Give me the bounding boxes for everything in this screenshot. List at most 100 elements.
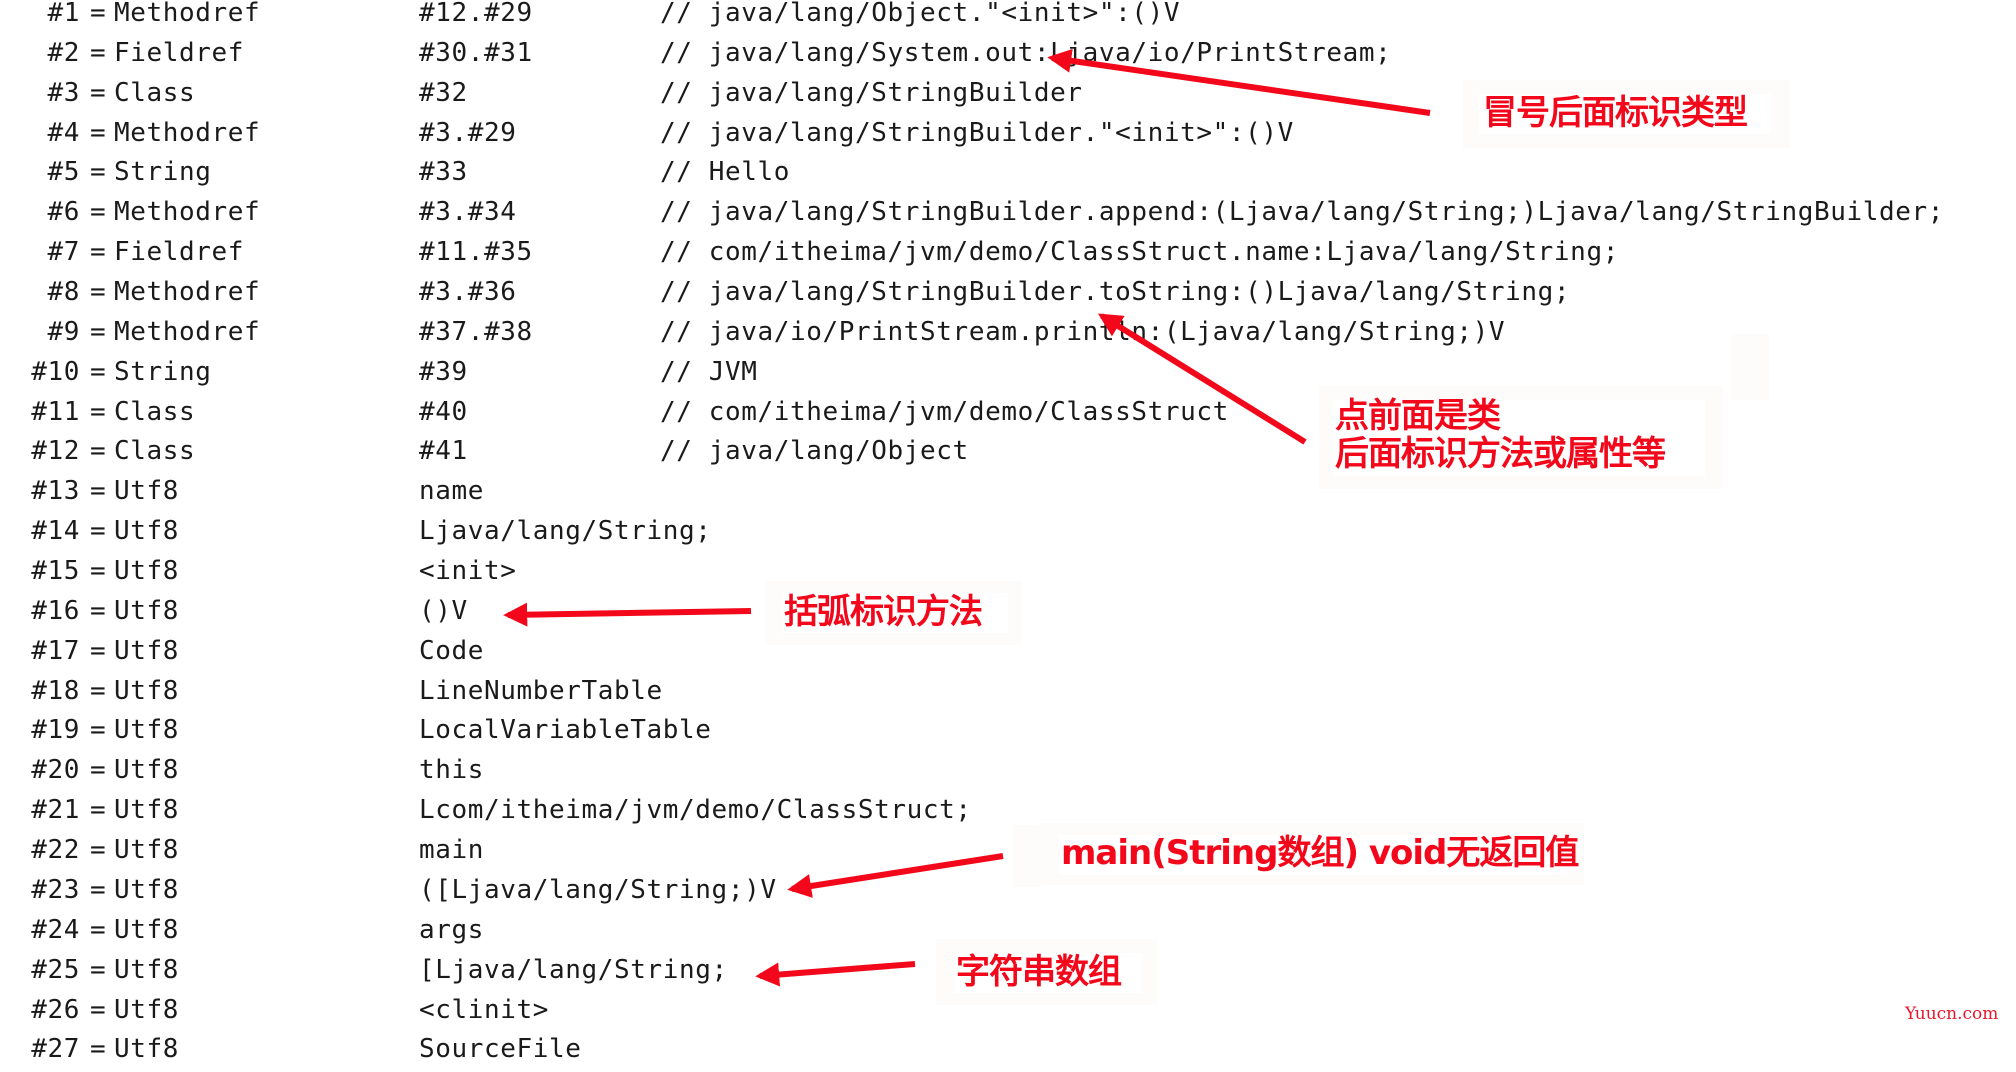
entry-equals: = — [90, 356, 107, 387]
entry-comment: // java/lang/StringBuilder — [660, 77, 1083, 108]
entry-index: #12 — [31, 436, 80, 467]
annotation-string-array-text: 字符串数组 — [956, 952, 1122, 992]
entry-type: Utf8 — [114, 635, 180, 666]
entry-type: Utf8 — [114, 874, 180, 905]
entry-type: Methodref — [114, 316, 261, 347]
annotation-colon-type: 冒号后面标识类型 — [1463, 80, 1790, 148]
entry-ref: #11.#35 — [419, 237, 533, 268]
entry-equals: = — [90, 556, 107, 587]
entry-ref: this — [419, 755, 485, 786]
entry-index: #4 — [47, 117, 80, 148]
entry-index: #25 — [31, 954, 80, 985]
entry-equals: = — [90, 316, 107, 347]
entry-comment: // java/lang/Object — [660, 436, 969, 467]
entry-ref: ()V — [419, 595, 468, 626]
entry-type: Class — [114, 77, 196, 108]
entry-ref: args — [419, 914, 485, 945]
annotation-dot-class: 点前面是类 后面标识方法或属性等 — [1319, 386, 1723, 489]
entry-equals: = — [90, 914, 107, 945]
annotation-dot-class-line2: 后面标识方法或属性等 — [1335, 434, 1666, 474]
entry-index: #9 — [47, 316, 80, 347]
entry-ref: Ljava/lang/String; — [419, 516, 712, 547]
entry-ref: #3.#34 — [419, 197, 517, 228]
entry-index: #3 — [47, 77, 80, 108]
entry-equals: = — [90, 755, 107, 786]
entry-equals: = — [90, 0, 107, 28]
entry-equals: = — [90, 516, 107, 547]
entry-type: Class — [114, 436, 196, 467]
entry-type: Utf8 — [114, 675, 180, 706]
entry-type: Utf8 — [114, 914, 180, 945]
entry-ref: <init> — [419, 556, 517, 587]
entry-ref: Code — [419, 635, 485, 666]
entry-index: #1 — [47, 0, 80, 28]
entry-type: Methodref — [114, 117, 261, 148]
entry-comment: // java/lang/Object."<init>":()V — [660, 0, 1181, 28]
entry-type: Methodref — [114, 0, 261, 28]
entry-ref: #41 — [419, 436, 468, 467]
entry-equals: = — [90, 635, 107, 666]
entry-type: Utf8 — [114, 835, 180, 866]
entry-equals: = — [90, 237, 107, 268]
annotation-main-signature: main(String数组) void无返回值 — [1039, 823, 1584, 885]
entry-comment: // Hello — [660, 157, 791, 188]
entry-ref: #12.#29 — [419, 0, 533, 28]
entry-comment: // com/itheima/jvm/demo/ClassStruct — [660, 396, 1229, 427]
entry-ref: SourceFile — [419, 1034, 582, 1065]
entry-type: Utf8 — [114, 516, 180, 547]
entry-type: Fieldref — [114, 237, 245, 268]
entry-ref: #33 — [419, 157, 468, 188]
entry-comment: // java/lang/System.out:Ljava/io/PrintSt… — [660, 37, 1392, 68]
watermark: Yuucn.com — [1905, 1004, 1999, 1024]
entry-ref: name — [419, 476, 485, 507]
entry-type: Methodref — [114, 197, 261, 228]
entry-index: #2 — [47, 37, 80, 68]
entry-equals: = — [90, 874, 107, 905]
entry-type: Fieldref — [114, 37, 245, 68]
entry-ref: #40 — [419, 396, 468, 427]
entry-ref: LineNumberTable — [419, 675, 663, 706]
entry-type: Utf8 — [114, 954, 180, 985]
annotation-parens-method-text: 括弧标识方法 — [784, 592, 983, 632]
entry-index: #23 — [31, 874, 80, 905]
entry-comment: // JVM — [660, 356, 758, 387]
annotation-parens-method: 括弧标识方法 — [766, 581, 1022, 645]
entry-equals: = — [90, 595, 107, 626]
faint-box-decoration — [1731, 334, 1769, 400]
entry-ref: Lcom/itheima/jvm/demo/ClassStruct; — [419, 795, 972, 826]
entry-index: #15 — [31, 556, 80, 587]
entry-equals: = — [90, 1034, 107, 1065]
entry-comment: // java/io/PrintStream.println:(Ljava/la… — [660, 316, 1506, 347]
entry-index: #10 — [31, 356, 80, 387]
entry-type: Class — [114, 396, 196, 427]
entry-index: #7 — [47, 237, 80, 268]
arrow-main-signature — [787, 853, 1004, 898]
entry-type: Utf8 — [114, 795, 180, 826]
entry-equals: = — [90, 476, 107, 507]
entry-ref: #3.#29 — [419, 117, 517, 148]
entry-ref: <clinit> — [419, 994, 550, 1025]
entry-comment: // java/lang/StringBuilder.toString:()Lj… — [660, 277, 1571, 308]
entry-type: Utf8 — [114, 994, 180, 1025]
entry-ref: [Ljava/lang/String; — [419, 954, 728, 985]
entry-index: #14 — [31, 516, 80, 547]
entry-ref: #3.#36 — [419, 277, 517, 308]
entry-ref: ([Ljava/lang/String;)V — [419, 874, 777, 905]
entry-index: #26 — [31, 994, 80, 1025]
entry-index: #17 — [31, 635, 80, 666]
entry-ref: main — [419, 835, 485, 866]
entry-ref: LocalVariableTable — [419, 715, 712, 746]
entry-index: #19 — [31, 715, 80, 746]
annotation-colon-type-text: 冒号后面标识类型 — [1483, 93, 1748, 133]
entry-equals: = — [90, 994, 107, 1025]
entry-index: #18 — [31, 675, 80, 706]
annotation-dot-class-line1: 点前面是类 — [1335, 396, 1501, 436]
entry-ref: #32 — [419, 77, 468, 108]
annotation-main-signature-text: main(String数组) void无返回值 — [1061, 833, 1579, 873]
entry-equals: = — [90, 77, 107, 108]
entry-equals: = — [90, 715, 107, 746]
entry-ref: #39 — [419, 356, 468, 387]
entry-type: Utf8 — [114, 476, 180, 507]
entry-ref: #37.#38 — [419, 316, 533, 347]
entry-type: Utf8 — [114, 755, 180, 786]
